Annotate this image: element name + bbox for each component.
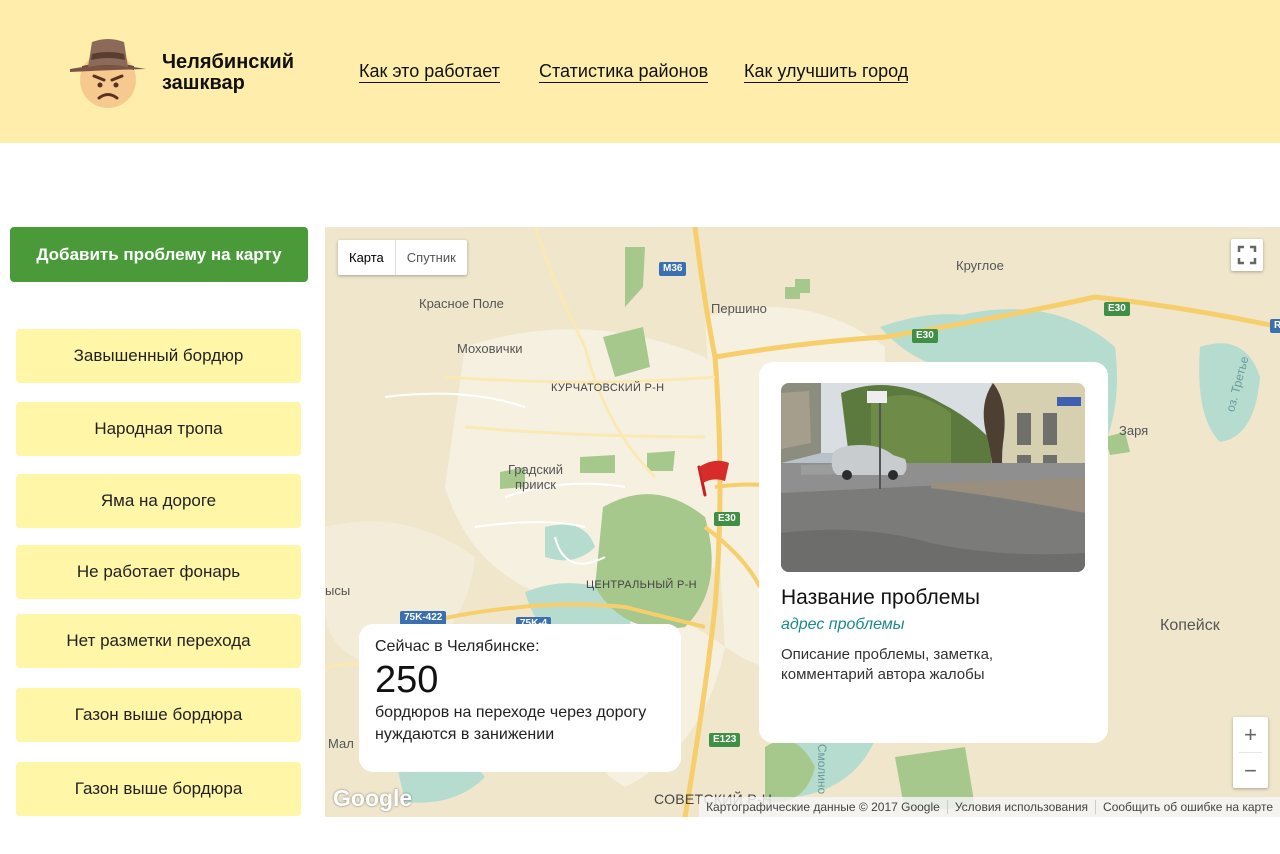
problem-address[interactable]: адрес проблемы bbox=[781, 616, 905, 634]
zoom-control: + − bbox=[1233, 717, 1268, 788]
map-view[interactable]: Красное Поле Першино Круглое Моховички К… bbox=[325, 227, 1280, 817]
road-shield: R bbox=[1270, 319, 1280, 333]
road-shield: E123 bbox=[709, 733, 741, 747]
road-shield: E30 bbox=[1104, 302, 1130, 316]
map-label: Круглое bbox=[956, 258, 1004, 273]
brand-line-2: зашквар bbox=[162, 72, 245, 94]
category-desire-path[interactable]: Народная тропа bbox=[16, 402, 301, 456]
stats-count: 250 bbox=[375, 659, 439, 701]
map-label: Смолино bbox=[815, 743, 830, 795]
map-label: прииск bbox=[515, 477, 556, 492]
road-shield: 75K-422 bbox=[400, 611, 447, 625]
map-label: Заря bbox=[1119, 423, 1149, 438]
map-label: ысы bbox=[325, 583, 351, 598]
map-type-satellite-button[interactable]: Спутник bbox=[396, 240, 467, 275]
nav-district-stats[interactable]: Статистика районов bbox=[539, 60, 709, 83]
site-header: Челябинский зашквар Как это работает Ста… bbox=[0, 0, 1280, 143]
map-district-label: КУРЧАТОВСКИЙ Р-Н bbox=[551, 382, 665, 394]
map-data-credit: Картографические данные © 2017 Google bbox=[706, 800, 940, 814]
category-no-crosswalk-marking[interactable]: Нет разметки перехода bbox=[16, 614, 301, 668]
brand-line-1: Челябинский bbox=[162, 51, 295, 73]
angry-face-logo-icon[interactable] bbox=[70, 36, 146, 110]
category-pothole[interactable]: Яма на дороге bbox=[16, 474, 301, 528]
map-label: Красное Поле bbox=[419, 296, 504, 311]
map-label: Мал bbox=[328, 736, 354, 751]
stats-description-line-1: бордюров на переходе через дорогу bbox=[375, 704, 647, 721]
map-attribution: Картографические данные © 2017 Google Ус… bbox=[699, 797, 1280, 817]
nav-how-it-works[interactable]: Как это работает bbox=[359, 60, 500, 83]
category-lawn-above-curb-2[interactable]: Газон выше бордюра bbox=[16, 762, 301, 816]
map-label: Градский bbox=[508, 462, 564, 477]
road-shield: E30 bbox=[912, 329, 938, 343]
category-broken-lamp[interactable]: Не работает фонарь bbox=[16, 545, 301, 599]
problem-info-card[interactable]: Название проблемы адрес проблемы Описани… bbox=[759, 362, 1108, 743]
category-high-curb[interactable]: Завышенный бордюр bbox=[16, 329, 301, 383]
problem-photo[interactable] bbox=[781, 383, 1085, 572]
stats-card: Сейчас в Челябинске: 250 бордюров на пер… bbox=[359, 624, 681, 772]
map-label: Копейск bbox=[1160, 617, 1220, 634]
map-district-label: ЦЕНТРАЛЬНЫЙ Р-Н bbox=[586, 579, 697, 591]
problem-description-line-2: комментарий автора жалобы bbox=[781, 666, 985, 683]
map-type-control: Карта Спутник bbox=[338, 240, 467, 275]
fullscreen-icon bbox=[1237, 245, 1257, 265]
fullscreen-button[interactable] bbox=[1231, 239, 1263, 271]
zoom-in-button[interactable]: + bbox=[1233, 717, 1268, 752]
stats-description-line-2: нуждаются в занижении bbox=[375, 726, 555, 743]
road-shield: E30 bbox=[714, 512, 740, 526]
google-logo[interactable]: Google bbox=[333, 785, 412, 812]
report-map-error-link[interactable]: Сообщить об ошибке на карте bbox=[1095, 800, 1280, 814]
problem-title: Название проблемы bbox=[781, 586, 980, 609]
add-problem-button[interactable]: Добавить проблему на карту bbox=[10, 227, 308, 282]
problem-description: Описание проблемы, заметка, комментарий … bbox=[781, 645, 1081, 685]
terms-of-use-link[interactable]: Условия использования bbox=[946, 800, 1095, 814]
nav-improve-city[interactable]: Как улучшить город bbox=[744, 60, 909, 83]
map-label: Першино bbox=[711, 301, 767, 316]
problem-photo-image bbox=[781, 383, 1085, 572]
map-type-map-button[interactable]: Карта bbox=[338, 240, 396, 275]
road-shield: M36 bbox=[659, 262, 687, 276]
stats-intro: Сейчас в Челябинске: bbox=[375, 638, 540, 655]
problem-description-line-1: Описание проблемы, заметка, bbox=[781, 646, 994, 663]
map-label: Моховички bbox=[457, 341, 523, 356]
brand-name[interactable]: Челябинский зашквар bbox=[162, 52, 294, 94]
zoom-out-button[interactable]: − bbox=[1233, 753, 1268, 788]
category-lawn-above-curb[interactable]: Газон выше бордюра bbox=[16, 688, 301, 742]
